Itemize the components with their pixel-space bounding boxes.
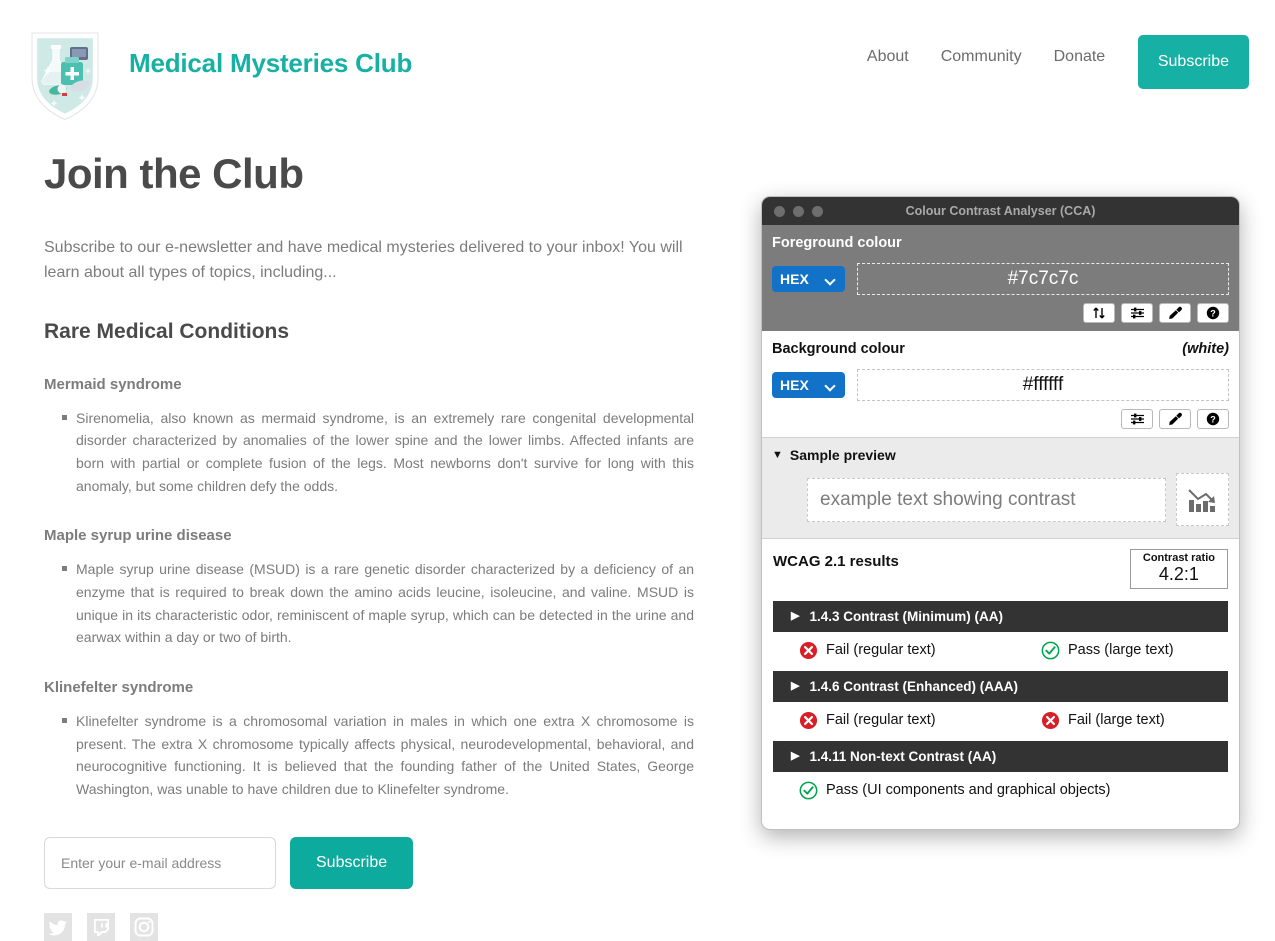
- nav-item-community[interactable]: Community: [941, 48, 1022, 66]
- foreground-hex-input[interactable]: [857, 263, 1229, 295]
- background-button-row: ?: [772, 409, 1229, 429]
- contrast-ratio-box: Contrast ratio 4.2:1: [1129, 549, 1228, 589]
- background-format-select[interactable]: HEX: [772, 372, 845, 398]
- chevron-right-icon: ▶: [791, 749, 800, 762]
- criterion-1-4-11-results: Pass (UI components and graphical object…: [773, 772, 1228, 811]
- background-colour-name: (white): [1182, 341, 1229, 357]
- svg-text:?: ?: [1210, 414, 1216, 424]
- criterion-1-4-6-header[interactable]: ▶ 1.4.6 Contrast (Enhanced) (AAA): [773, 670, 1228, 702]
- help-icon[interactable]: ?: [1197, 409, 1229, 429]
- twitch-icon[interactable]: [87, 912, 115, 941]
- list-item: Sirenomelia, also known as mermaid syndr…: [62, 407, 694, 498]
- background-hex-input[interactable]: [857, 369, 1229, 401]
- intro-paragraph: Subscribe to our e-newsletter and have m…: [44, 239, 683, 281]
- nav-item-about[interactable]: About: [867, 48, 909, 66]
- result-text: Fail (large text): [1068, 712, 1165, 729]
- result-regular-text: Fail (regular text): [799, 711, 1041, 730]
- newsletter-form: Subscribe: [44, 836, 694, 889]
- swap-colours-icon[interactable]: [1083, 303, 1115, 323]
- contrast-ratio-label: Contrast ratio: [1142, 552, 1215, 564]
- sample-preview-label: Sample preview: [789, 447, 896, 463]
- window-controls: [774, 205, 823, 217]
- result-text: Pass (large text): [1068, 642, 1174, 659]
- pass-icon: [799, 781, 818, 800]
- fail-icon: [799, 641, 818, 659]
- sample-preview-toggle[interactable]: ▼ Sample preview: [772, 447, 1229, 463]
- list-item: Klinefelter syndrome is a chromosomal va…: [62, 710, 694, 801]
- fail-icon: [1041, 711, 1060, 729]
- sliders-icon[interactable]: [1121, 303, 1153, 323]
- social-links: [44, 912, 694, 941]
- nav-item-donate[interactable]: Donate: [1054, 48, 1106, 66]
- sample-image-preview: [1176, 473, 1229, 526]
- background-colour-section: Background colour (white) HEX ?: [762, 331, 1239, 437]
- foreground-button-row: ?: [772, 303, 1229, 323]
- result-regular-text: Fail (regular text): [799, 641, 1041, 660]
- criterion-label: 1.4.11 Non-text Contrast (AA): [809, 748, 997, 764]
- email-field[interactable]: [44, 836, 276, 889]
- criterion-1-4-3-header[interactable]: ▶ 1.4.3 Contrast (Minimum) (AA): [773, 600, 1228, 632]
- condition-title-3: Klinefelter syndrome: [44, 678, 194, 696]
- brand-title: Medical Mysteries Club: [129, 48, 413, 78]
- eyedropper-icon[interactable]: [1159, 303, 1191, 323]
- main-content: Join the Club Subscribe to our e-newslet…: [44, 150, 694, 941]
- background-format-select-wrap: HEX: [772, 372, 845, 398]
- result-non-text: Pass (UI components and graphical object…: [799, 781, 1111, 800]
- subscribe-button[interactable]: Subscribe: [290, 836, 414, 889]
- main-nav: About Community Donate Q&A: [867, 48, 1171, 66]
- result-text: Pass (UI components and graphical object…: [826, 782, 1111, 799]
- result-large-text: Pass (large text): [1041, 641, 1174, 660]
- sample-preview-section: ▼ Sample preview example text showing co…: [762, 437, 1239, 539]
- minimize-window-button[interactable]: [793, 205, 804, 217]
- pass-icon: [1041, 641, 1060, 660]
- sample-text-preview: example text showing contrast: [807, 477, 1166, 522]
- site-header: Medical Mysteries Club About Community D…: [0, 0, 1275, 125]
- colour-contrast-analyser-window: Colour Contrast Analyser (CCA) Foregroun…: [761, 196, 1240, 830]
- result-large-text: Fail (large text): [1041, 711, 1165, 730]
- background-label: Background colour: [772, 341, 905, 357]
- criterion-label: 1.4.3 Contrast (Minimum) (AA): [809, 608, 1003, 624]
- sliders-icon[interactable]: [1121, 409, 1153, 429]
- condition-list-1: Sirenomelia, also known as mermaid syndr…: [44, 407, 694, 498]
- chevron-right-icon: ▶: [791, 609, 800, 622]
- list-item: Maple syrup urine disease (MSUD) is a ra…: [62, 558, 694, 649]
- criterion-1-4-6-results: Fail (regular text) Fail (large text): [773, 702, 1228, 741]
- section-title: Rare Medical Conditions: [44, 319, 290, 343]
- wcag-results-title: WCAG 2.1 results: [773, 553, 899, 570]
- wcag-results-section: WCAG 2.1 results Contrast ratio 4.2:1 ▶ …: [762, 539, 1239, 823]
- condition-list-2: Maple syrup urine disease (MSUD) is a ra…: [44, 558, 694, 649]
- result-text: Fail (regular text): [826, 642, 936, 659]
- svg-text:?: ?: [1210, 308, 1216, 318]
- contrast-ratio-value: 4.2:1: [1158, 564, 1199, 584]
- foreground-label: Foreground colour: [772, 235, 902, 251]
- condition-list-3: Klinefelter syndrome is a chromosomal va…: [44, 710, 694, 801]
- instagram-icon[interactable]: [130, 912, 158, 941]
- header-subscribe-button[interactable]: Subscribe: [1137, 35, 1249, 89]
- page-title: Join the Club: [44, 150, 304, 197]
- criterion-label: 1.4.6 Contrast (Enhanced) (AAA): [809, 678, 1018, 694]
- maximize-window-button[interactable]: [812, 205, 823, 217]
- shield-logo-icon: [31, 32, 99, 121]
- criterion-1-4-11-header[interactable]: ▶ 1.4.11 Non-text Contrast (AA): [773, 740, 1228, 772]
- chevron-down-icon: ▼: [772, 448, 783, 461]
- eyedropper-icon[interactable]: [1159, 409, 1191, 429]
- close-window-button[interactable]: [774, 205, 785, 217]
- foreground-format-select[interactable]: HEX: [772, 266, 845, 292]
- declining-bar-chart-icon: [1187, 488, 1215, 512]
- fail-icon: [799, 711, 818, 729]
- chevron-right-icon: ▶: [791, 679, 800, 692]
- cca-titlebar[interactable]: Colour Contrast Analyser (CCA): [762, 197, 1239, 225]
- condition-title-2: Maple syrup urine disease: [44, 527, 232, 545]
- result-text: Fail (regular text): [826, 712, 936, 729]
- foreground-format-select-wrap: HEX: [772, 266, 845, 292]
- help-icon[interactable]: ?: [1197, 303, 1229, 323]
- twitter-icon[interactable]: [44, 912, 72, 941]
- foreground-colour-section: Foreground colour HEX ?: [762, 225, 1239, 331]
- criterion-1-4-3-results: Fail (regular text) Pass (large text): [773, 632, 1228, 671]
- window-title: Colour Contrast Analyser (CCA): [905, 204, 1096, 218]
- medical-shield-logo[interactable]: [26, 22, 104, 121]
- condition-title-1: Mermaid syndrome: [44, 375, 182, 393]
